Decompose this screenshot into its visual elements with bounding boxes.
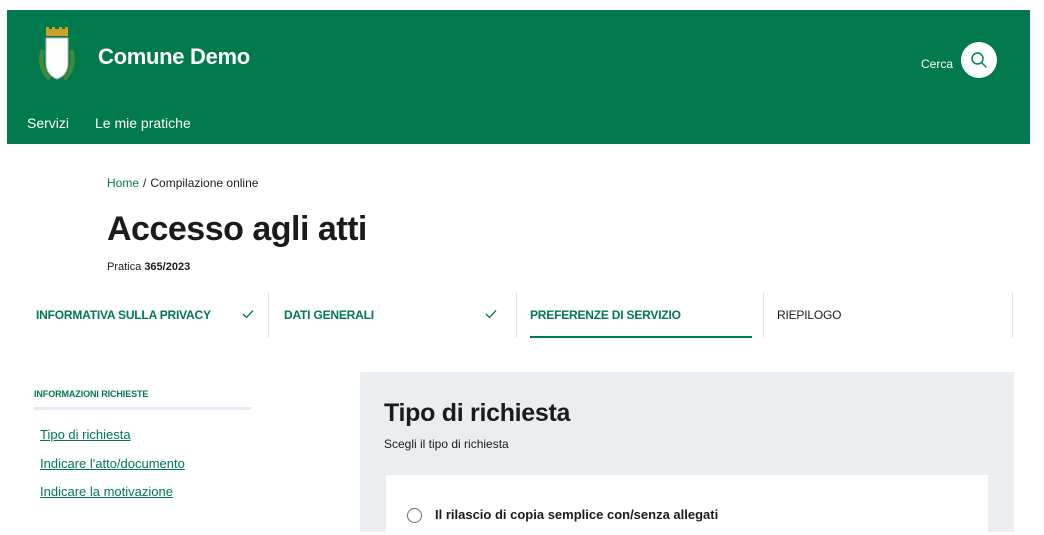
search-icon bbox=[971, 52, 987, 68]
active-step-indicator bbox=[530, 336, 752, 338]
step-riepilogo[interactable]: RIEPILOGO bbox=[764, 292, 1012, 340]
section-subtitle: Scegli il tipo di richiesta bbox=[384, 437, 509, 451]
options-card bbox=[386, 475, 988, 535]
breadcrumb-separator: / bbox=[143, 176, 147, 190]
practice-id: 365/2023 bbox=[144, 261, 191, 273]
sidebar-link-indicare-motivazione[interactable]: Indicare la motivazione bbox=[40, 484, 173, 499]
nav-item-le-mie-pratiche[interactable]: Le mie pratiche bbox=[95, 115, 191, 131]
search-button[interactable] bbox=[961, 42, 997, 78]
step-label: RIEPILOGO bbox=[777, 308, 842, 322]
search-label[interactable]: Cerca bbox=[921, 57, 953, 71]
breadcrumb-current: Compilazione online bbox=[150, 176, 259, 190]
practice-prefix: Pratica bbox=[107, 261, 142, 273]
check-icon bbox=[485, 310, 497, 319]
step-divider bbox=[1012, 292, 1013, 338]
radio-copia-semplice[interactable] bbox=[407, 508, 422, 523]
progress-steps: INFORMATIVA SULLA PRIVACY DATI GENERALI … bbox=[21, 292, 1020, 340]
step-privacy[interactable]: INFORMATIVA SULLA PRIVACY bbox=[21, 292, 268, 340]
municipality-logo-icon[interactable] bbox=[37, 27, 77, 87]
step-label: PREFERENZE DI SERVIZIO bbox=[530, 308, 681, 322]
step-label: INFORMATIVA SULLA PRIVACY bbox=[36, 308, 211, 322]
step-label: DATI GENERALI bbox=[284, 308, 374, 322]
breadcrumb: Home / Compilazione online bbox=[107, 176, 258, 190]
sidebar-heading: INFORMAZIONI RICHIESTE bbox=[34, 389, 149, 399]
step-preferenze-di-servizio[interactable]: PREFERENZE DI SERVIZIO bbox=[517, 292, 763, 340]
sidebar-divider bbox=[34, 407, 251, 410]
section-title: Tipo di richiesta bbox=[384, 399, 571, 427]
practice-number: Pratica 365/2023 bbox=[107, 261, 190, 273]
sidebar-link-indicare-atto[interactable]: Indicare l'atto/documento bbox=[40, 456, 185, 471]
check-icon bbox=[242, 310, 254, 319]
site-header: Comune Demo Cerca Servizi Le mie pratich… bbox=[7, 10, 1030, 144]
step-dati-generali[interactable]: DATI GENERALI bbox=[269, 292, 516, 340]
nav-item-servizi[interactable]: Servizi bbox=[27, 115, 69, 131]
sidebar-link-tipo-di-richiesta[interactable]: Tipo di richiesta bbox=[40, 427, 131, 442]
page-title: Accesso agli atti bbox=[107, 210, 367, 248]
breadcrumb-home-link[interactable]: Home bbox=[107, 176, 139, 190]
site-title[interactable]: Comune Demo bbox=[98, 44, 250, 70]
main-nav: Servizi Le mie pratiche bbox=[27, 115, 217, 131]
